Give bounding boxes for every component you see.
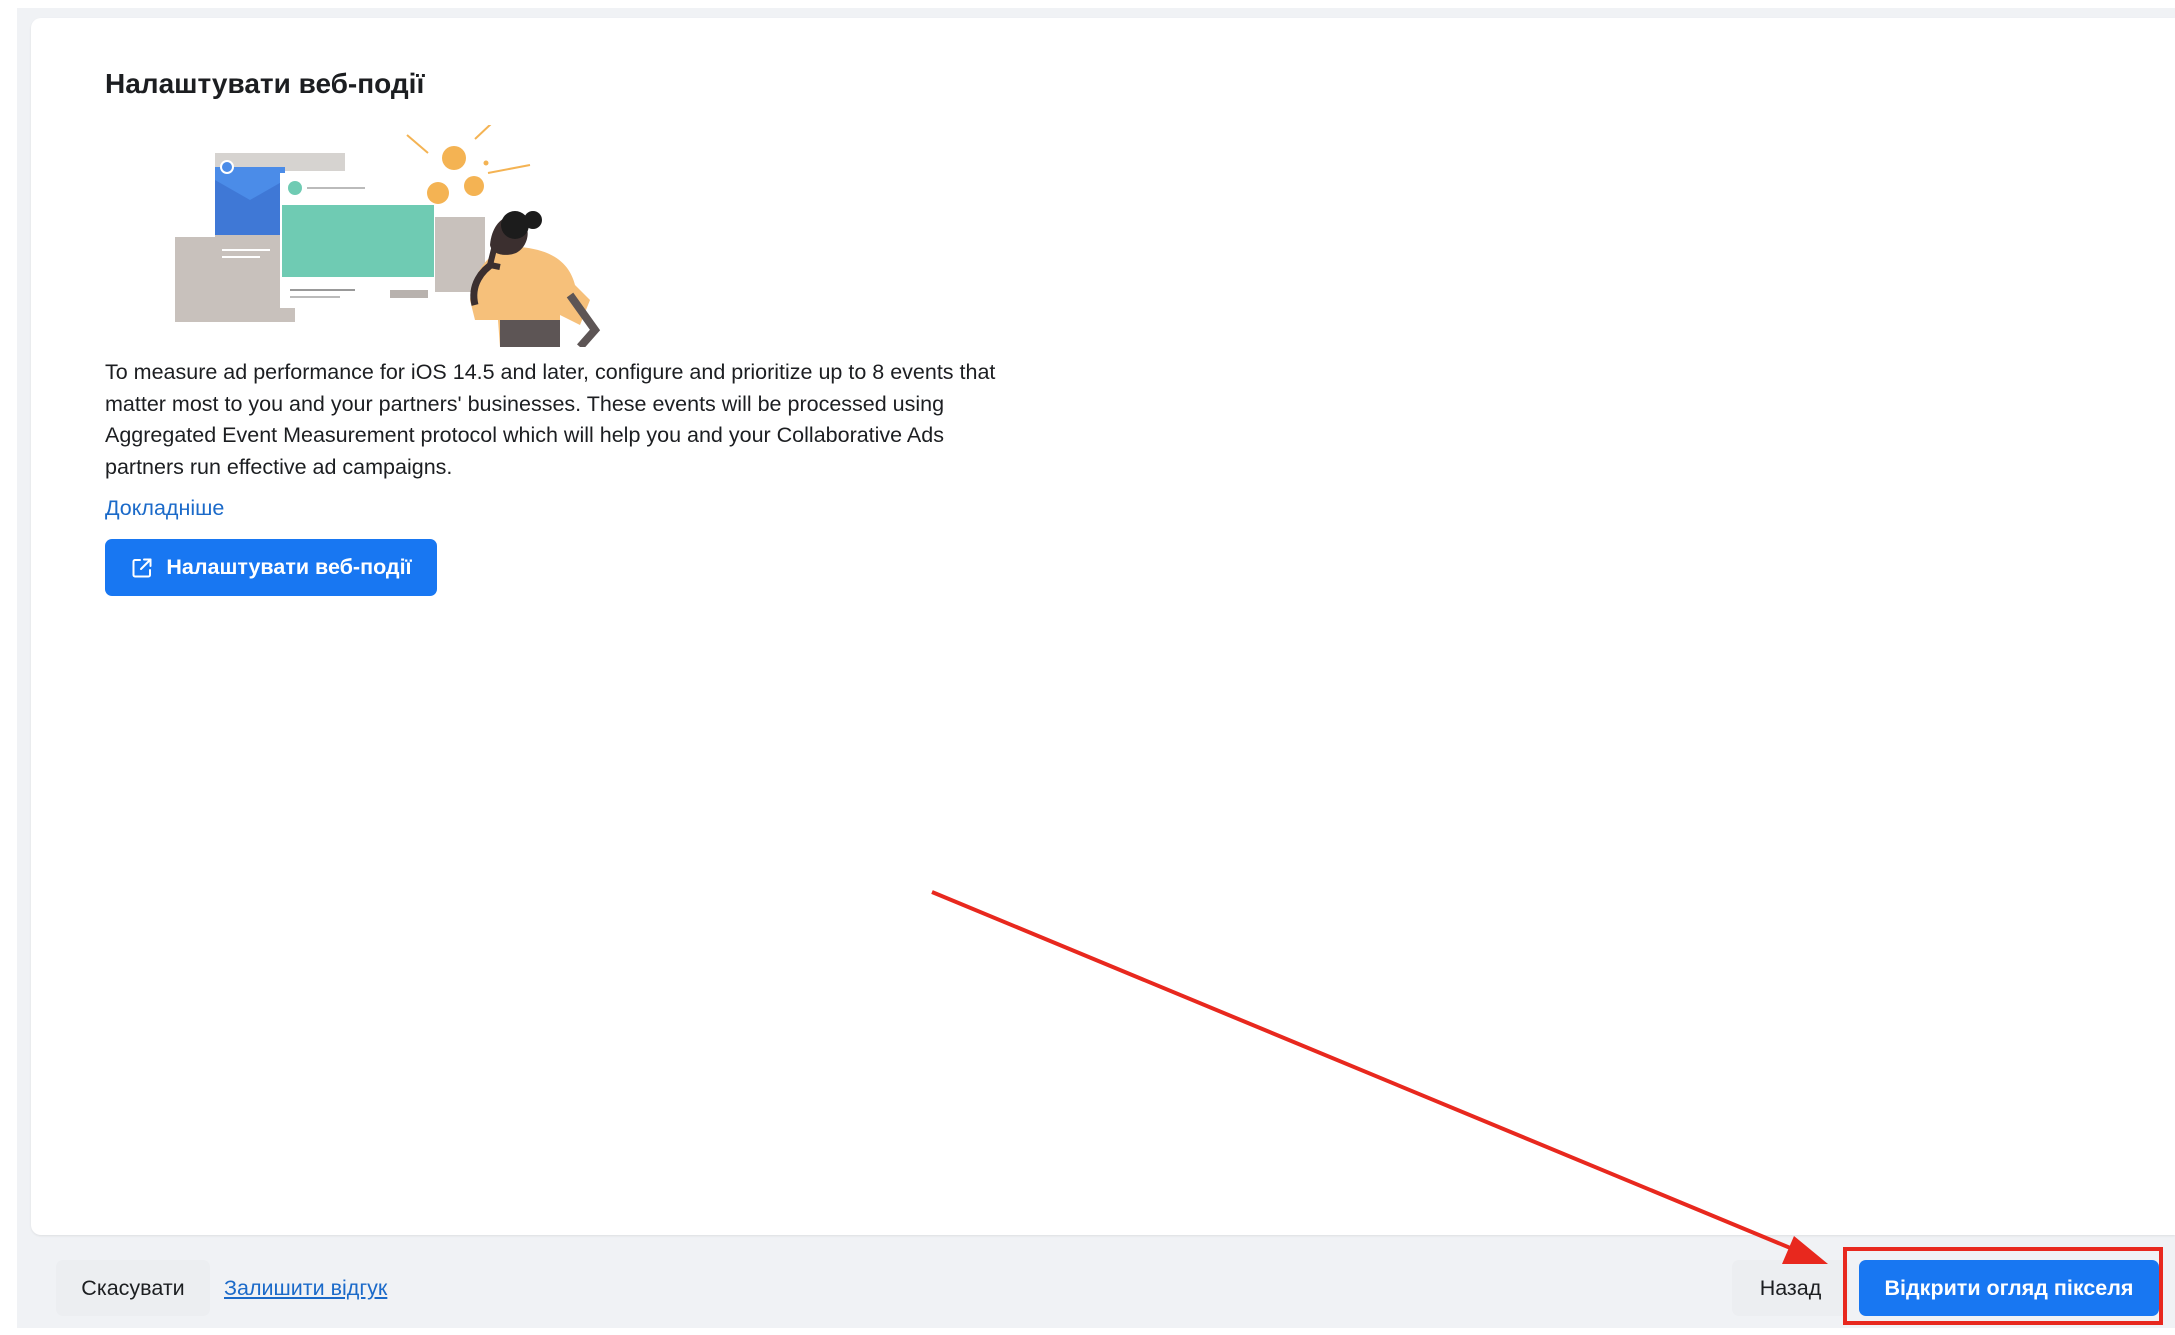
dialog-description: To measure ad performance for iOS 14.5 a… bbox=[105, 360, 996, 479]
person-with-screens-illustration bbox=[175, 125, 601, 347]
leave-feedback-link[interactable]: Залишити відгук bbox=[224, 1276, 387, 1301]
dialog-footer: Скасувати Залишити відгук Назад Відкрити… bbox=[31, 1238, 2175, 1328]
back-button[interactable]: Назад bbox=[1732, 1260, 1849, 1316]
dialog-title: Налаштувати веб-події bbox=[105, 68, 425, 99]
open-pixel-overview-button[interactable]: Відкрити огляд пікселя bbox=[1859, 1260, 2159, 1316]
learn-more-link[interactable]: Докладніше bbox=[105, 496, 224, 521]
cancel-button[interactable]: Скасувати bbox=[56, 1260, 210, 1316]
configure-web-events-button[interactable]: Налаштувати веб-події bbox=[105, 539, 437, 596]
configure-web-events-label: Налаштувати веб-події bbox=[166, 555, 412, 579]
external-link-icon bbox=[132, 558, 152, 577]
